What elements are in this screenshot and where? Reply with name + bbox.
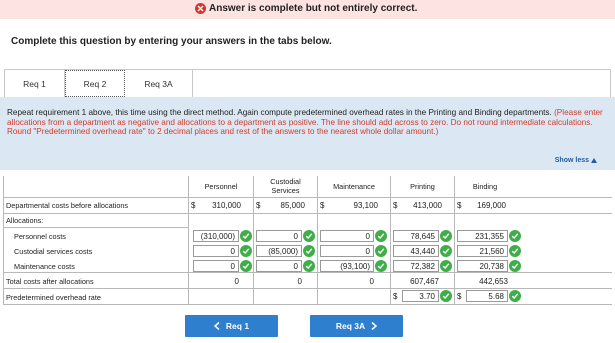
personnel-costs-personnel-input[interactable]: (310,000) bbox=[193, 230, 239, 242]
custodial-costs-binding-input[interactable]: 21,560 bbox=[457, 245, 508, 257]
question-panel: Repeat requirement 1 above, this time us… bbox=[0, 97, 615, 170]
check-icon bbox=[240, 245, 252, 257]
maintenance-costs-personnel-input[interactable]: 0 bbox=[193, 260, 239, 272]
header-maintenance: Maintenance bbox=[333, 182, 375, 191]
custodial-costs-personnel-input[interactable]: 0 bbox=[193, 245, 239, 257]
next-req-button[interactable]: Req 3A bbox=[310, 315, 403, 337]
row-label-maintenance-costs: Maintenance costs bbox=[14, 262, 75, 271]
personnel-costs-maintenance-input[interactable]: 0 bbox=[320, 230, 374, 242]
check-icon bbox=[303, 260, 315, 272]
rate-printing-sym: $ bbox=[393, 292, 398, 301]
chevron-left-icon bbox=[213, 322, 220, 330]
row-label-total: Total costs after allocations bbox=[6, 277, 94, 286]
show-less-link[interactable]: Show less bbox=[555, 157, 597, 164]
check-icon bbox=[240, 230, 252, 242]
check-icon bbox=[375, 260, 387, 272]
personnel-costs-printing-input[interactable]: 78,645 bbox=[393, 230, 439, 242]
dept-costs-binding-sym: $ bbox=[457, 201, 462, 210]
check-icon bbox=[375, 245, 387, 257]
maintenance-costs-maintenance-input[interactable]: (93,100) bbox=[320, 260, 374, 272]
dept-costs-printing-sym: $ bbox=[393, 201, 398, 210]
check-icon bbox=[440, 245, 452, 257]
chevron-right-icon bbox=[371, 322, 378, 330]
header-printing: Printing bbox=[410, 182, 435, 191]
total-personnel: 0 bbox=[234, 277, 239, 286]
custodial-costs-maintenance-input[interactable]: 0 bbox=[320, 245, 374, 257]
check-icon bbox=[509, 245, 521, 257]
total-maintenance: 0 bbox=[369, 277, 374, 286]
rate-binding-sym: $ bbox=[457, 292, 462, 301]
row-label-rate: Predetermined overhead rate bbox=[6, 293, 101, 302]
dept-costs-binding: 169,000 bbox=[477, 201, 506, 210]
error-x-icon bbox=[195, 3, 206, 14]
rate-printing-input[interactable]: 3.70 bbox=[402, 290, 439, 302]
feedback-banner-content: Answer is complete but not entirely corr… bbox=[195, 3, 417, 14]
total-printing: 607,467 bbox=[410, 277, 439, 286]
custodial-costs-printing-input[interactable]: 43,440 bbox=[393, 245, 439, 257]
show-less-label: Show less bbox=[554, 157, 589, 164]
question-text-main: Repeat requirement 1 above, this time us… bbox=[7, 108, 555, 117]
header-custodial-line1: Custodial bbox=[270, 177, 301, 186]
check-icon bbox=[375, 230, 387, 242]
total-binding: 442,653 bbox=[479, 277, 508, 286]
req-tabs: Req 1 Req 2 Req 3A bbox=[4, 69, 611, 97]
dept-costs-printing: 413,000 bbox=[413, 201, 442, 210]
maintenance-costs-printing-input[interactable]: 72,382 bbox=[393, 260, 439, 272]
feedback-banner: Answer is complete but not entirely corr… bbox=[0, 0, 615, 19]
question-text: Repeat requirement 1 above, this time us… bbox=[7, 108, 607, 137]
tab-req-1[interactable]: Req 1 bbox=[5, 70, 65, 97]
check-icon bbox=[509, 230, 521, 242]
check-icon bbox=[303, 230, 315, 242]
personnel-costs-custodial-input[interactable]: 0 bbox=[256, 230, 302, 242]
row-label-custodial-costs: Custodial services costs bbox=[14, 247, 93, 256]
row-label-dept-costs: Departmental costs before allocations bbox=[6, 201, 129, 210]
feedback-text: Answer is complete but not entirely corr… bbox=[209, 3, 418, 14]
dept-costs-custodial-sym: $ bbox=[256, 201, 261, 210]
personnel-costs-binding-input[interactable]: 231,355 bbox=[457, 230, 508, 242]
check-icon bbox=[509, 290, 521, 302]
rate-binding-input[interactable]: 5.68 bbox=[466, 290, 508, 302]
row-label-personnel-costs: Personnel costs bbox=[14, 232, 66, 241]
tab-req-3a[interactable]: Req 3A bbox=[125, 70, 193, 97]
allocation-table: Personnel Custodial Services Maintenance… bbox=[3, 176, 612, 306]
row-label-allocations: Allocations: bbox=[6, 216, 44, 225]
dept-costs-maintenance: 93,100 bbox=[353, 201, 378, 210]
maintenance-costs-binding-input[interactable]: 20,738 bbox=[457, 260, 508, 272]
header-custodial-line2: Services bbox=[271, 186, 300, 195]
dept-costs-custodial: 85,000 bbox=[280, 201, 305, 210]
header-personnel: Personnel bbox=[204, 182, 238, 191]
instructions-heading: Complete this question by entering your … bbox=[11, 36, 332, 47]
prev-req-button[interactable]: Req 1 bbox=[185, 315, 278, 337]
check-icon bbox=[440, 260, 452, 272]
check-icon bbox=[240, 260, 252, 272]
check-icon bbox=[509, 260, 521, 272]
next-req-label: Req 3A bbox=[335, 321, 366, 331]
check-icon bbox=[303, 245, 315, 257]
dept-costs-maintenance-sym: $ bbox=[320, 201, 325, 210]
prev-req-label: Req 1 bbox=[225, 321, 250, 331]
dept-costs-personnel-sym: $ bbox=[191, 201, 196, 210]
dept-costs-personnel: 310,000 bbox=[212, 201, 241, 210]
total-custodial: 0 bbox=[297, 277, 302, 286]
check-icon bbox=[440, 230, 452, 242]
check-icon bbox=[440, 290, 452, 302]
caret-up-icon bbox=[591, 158, 597, 163]
tab-req-2[interactable]: Req 2 bbox=[65, 70, 125, 97]
header-binding: Binding bbox=[472, 182, 498, 191]
custodial-costs-custodial-input[interactable]: (85,000) bbox=[256, 245, 302, 257]
header-custodial: Custodial Services bbox=[254, 177, 317, 195]
maintenance-costs-custodial-input[interactable]: 0 bbox=[256, 260, 302, 272]
